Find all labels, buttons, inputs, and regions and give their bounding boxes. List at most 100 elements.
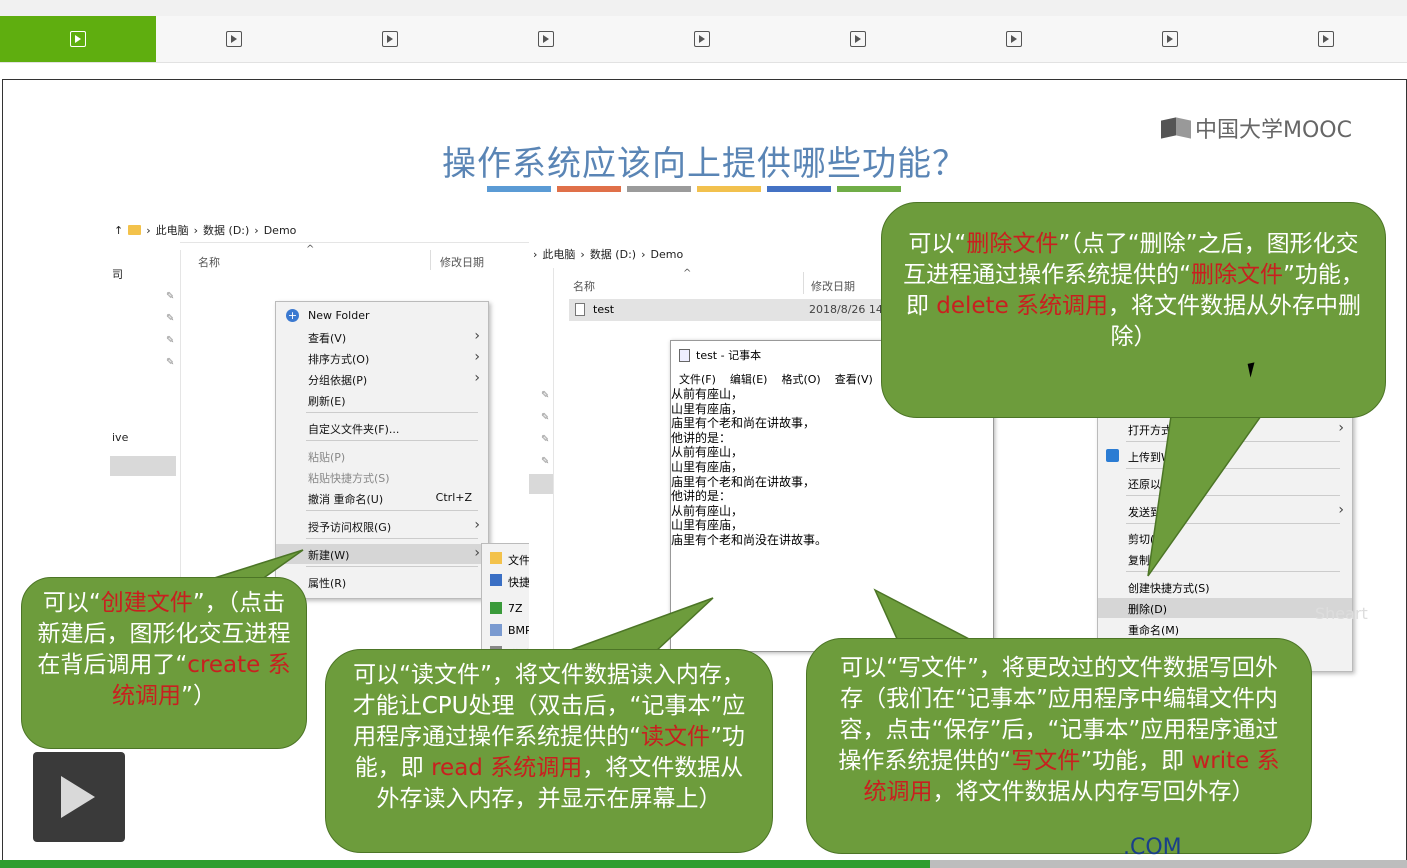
title-bar-2 — [557, 186, 621, 192]
watermark-text: .COM — [1123, 835, 1182, 860]
notepad-menu-file[interactable]: 文件(F) — [679, 371, 716, 387]
menu-item-create-shortcut[interactable]: 创建快捷方式(S) — [1098, 577, 1352, 597]
sidebar-fragment: 司 — [112, 268, 123, 281]
menu-item-undo[interactable]: 撤消 重命名(U) Ctrl+Z — [276, 488, 488, 508]
text-line: 他讲的是： — [671, 430, 732, 445]
chevron-right-icon: › — [474, 349, 480, 365]
bmp-icon — [490, 624, 502, 636]
play-icon — [1318, 31, 1334, 47]
play-icon — [226, 31, 242, 47]
video-chapter-tabs — [0, 16, 1407, 63]
chapter-tab-5[interactable] — [624, 16, 780, 62]
menu-item-upload[interactable]: 上传到W — [1098, 446, 1352, 466]
browser-top-strip — [0, 0, 1407, 17]
explorer1-breadcrumb: ↑ › 此电脑 › 数据 (D:) › Demo — [114, 223, 297, 238]
text-line: 从前有座山， — [671, 445, 744, 460]
callout-create-file: 可以“创建文件”，（点击新建后，图形化交互进程在背后调用了“create 系统调… — [21, 577, 307, 749]
menu-item-new-folder[interactable]: + New Folder — [276, 306, 488, 326]
chapter-tab-1[interactable] — [0, 16, 156, 62]
chapter-tab-4[interactable] — [468, 16, 624, 62]
sidebar-selected-item — [529, 474, 553, 494]
breadcrumb-item: 数据 (D:) — [203, 224, 250, 237]
breadcrumb-item: Demo — [263, 223, 297, 237]
chapter-tab-7[interactable] — [936, 16, 1092, 62]
notepad-menu-edit[interactable]: 编辑(E) — [730, 371, 768, 387]
col-header-date: 修改日期 — [811, 280, 855, 293]
menu-item-sort[interactable]: 排序方式(O) › — [276, 348, 488, 368]
pin-icon: ✎ — [541, 390, 550, 401]
play-icon — [1006, 31, 1022, 47]
menu-item-restore[interactable]: 还原以前 — [1098, 473, 1352, 493]
text-file-icon — [575, 303, 585, 316]
up-arrow-icon: ↑ — [114, 223, 124, 237]
menu-item-grant-access[interactable]: 授予访问权限(G) › — [276, 516, 488, 536]
menu-item-delete[interactable]: 删除(D) — [1098, 598, 1352, 618]
menu-item-send-to[interactable]: 发送到 › — [1098, 501, 1352, 521]
title-bar-6 — [837, 186, 901, 192]
title-bar-1 — [487, 186, 551, 192]
submenu-item[interactable]: 7Z — [482, 598, 536, 620]
menu-item-copy[interactable]: 复制( — [1098, 549, 1352, 569]
submenu-item[interactable]: 文件 — [482, 548, 536, 570]
pin-icon: ✎ — [166, 335, 175, 346]
chapter-tab-9[interactable] — [1248, 16, 1404, 62]
chevron-right-icon: › — [474, 545, 480, 561]
text-line: 从前有座山， — [671, 503, 744, 518]
submenu-item[interactable]: 快捷 — [482, 570, 536, 592]
menu-item-open-with[interactable]: 打开方式(› — [1098, 419, 1352, 439]
folder-icon — [490, 552, 502, 564]
callout-write-file: 可以“写文件”，将更改过的文件数据写回外存（我们在“记事本”应用程序中编辑文件内… — [806, 638, 1312, 854]
breadcrumb-item: 数据 (D:) — [589, 248, 637, 261]
callout-delete-file: 可以“删除文件”（点了“删除”之后，图形化交互进程通过操作系统提供的“删除文件”… — [881, 202, 1386, 418]
menu-item-customize[interactable]: 自定义文件夹(F)... — [276, 418, 488, 438]
pin-icon: ✎ — [541, 412, 550, 423]
title-bar-4 — [697, 186, 761, 192]
text-line: 从前有座山， — [671, 387, 744, 401]
chevron-right-icon: › — [1338, 420, 1344, 436]
menu-item-rename[interactable]: 重命名(M) — [1098, 619, 1352, 639]
notepad-text-area[interactable]: 从前有座山， 山里有座庙， 庙里有个老和尚在讲故事， 他讲的是： 从前有座山， … — [671, 387, 827, 548]
notepad-title: test - 记事本 — [696, 349, 762, 362]
breadcrumb-item: 此电脑 — [155, 224, 189, 237]
notepad-menu-view[interactable]: 查看(V) — [835, 371, 873, 387]
menu-item-new[interactable]: 新建(W) › — [276, 544, 488, 564]
watermark-right: Sheart — [1315, 604, 1368, 623]
pin-icon: ✎ — [541, 434, 550, 445]
explorer2-breadcrumb: › 此电脑 › 数据 (D:) › Demo — [533, 247, 684, 262]
title-bar-3 — [627, 186, 691, 192]
notepad-menu-format[interactable]: 格式(O) — [781, 371, 820, 387]
text-line: 山里有座庙， — [671, 401, 744, 416]
chapter-tab-2[interactable] — [156, 16, 312, 62]
context-menu-desktop: + New Folder 查看(V) › 排序方式(O) › 分组依据(P) › 刷新(… — [275, 301, 489, 599]
menu-item-view[interactable]: 查看(V) › — [276, 327, 488, 347]
play-icon — [538, 31, 554, 47]
text-line: 山里有座庙， — [671, 518, 744, 533]
lecture-slide[interactable]: 中国大学MOOC 操作系统应该向上提供哪些功能？ ↑ › 此电脑 › 数据 (D:)… — [2, 79, 1407, 862]
menu-item-properties[interactable]: 属性(R) — [276, 572, 488, 592]
video-play-button[interactable] — [33, 752, 125, 842]
chapter-tab-3[interactable] — [312, 16, 468, 62]
chapter-tab-8[interactable] — [1092, 16, 1248, 62]
menu-item-paste-shortcut[interactable]: 粘贴快捷方式(S) — [276, 467, 488, 487]
menu-item-refresh[interactable]: 刷新(E) — [276, 390, 488, 410]
file-row-test[interactable]: test 2018/8/26 14 — [569, 299, 889, 321]
text-line: 庙里有个老和尚在讲故事， — [671, 474, 816, 489]
chapter-tab-6[interactable] — [780, 16, 936, 62]
chevron-right-icon: › — [1338, 502, 1344, 518]
play-icon — [850, 31, 866, 47]
pin-icon: ✎ — [166, 313, 175, 324]
upload-icon — [1106, 449, 1119, 462]
sort-caret-icon: ^ — [306, 244, 315, 255]
new-folder-icon: + — [286, 309, 299, 322]
col-header-name: 名称 — [573, 280, 595, 293]
video-progress-bar[interactable] — [0, 860, 1407, 868]
play-icon — [70, 31, 86, 47]
text-line: 他讲的是： — [671, 489, 732, 504]
chevron-right-icon: › — [474, 370, 480, 386]
7z-icon — [490, 602, 502, 614]
submenu-item[interactable]: BMP — [482, 620, 536, 642]
menu-item-cut[interactable]: 剪切(T — [1098, 528, 1352, 548]
title-bar-5 — [767, 186, 831, 192]
menu-item-group[interactable]: 分组依据(P) › — [276, 369, 488, 389]
menu-item-paste[interactable]: 粘贴(P) — [276, 446, 488, 466]
